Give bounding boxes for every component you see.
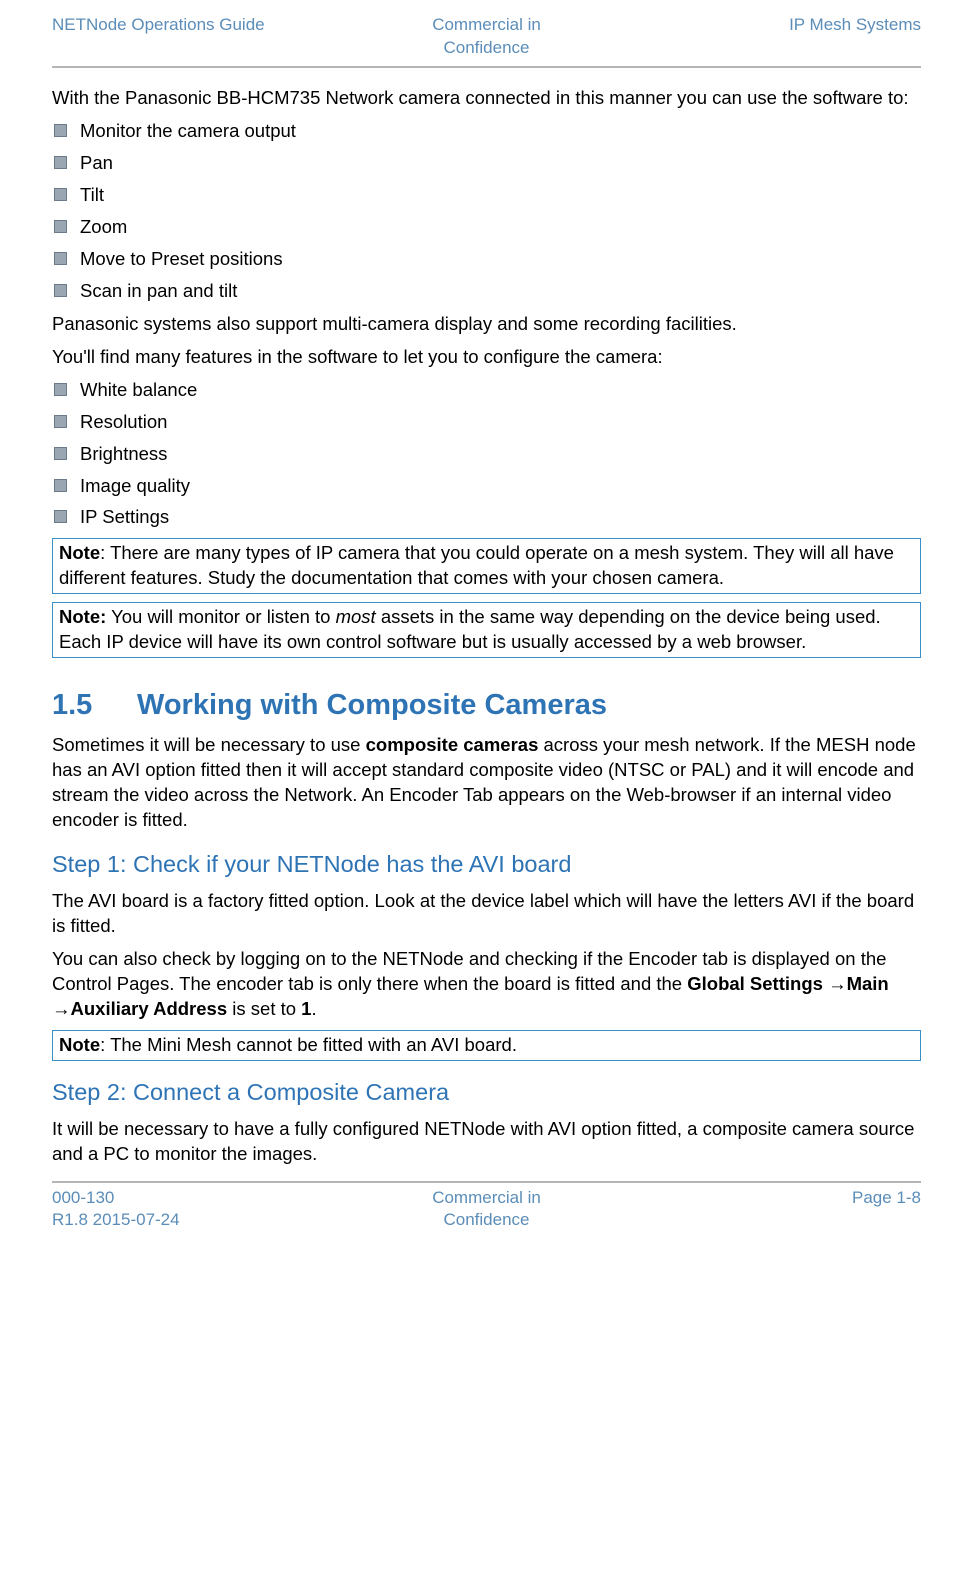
feature-list-1: Monitor the camera output Pan Tilt Zoom … (52, 119, 921, 304)
section-heading: 1.5Working with Composite Cameras (52, 686, 921, 725)
step-2-heading: Step 2: Connect a Composite Camera (52, 1077, 921, 1109)
step-2-p1: It will be necessary to have a fully con… (52, 1117, 921, 1167)
step-1-heading: Step 1: Check if your NETNode has the AV… (52, 849, 921, 881)
list-item: Resolution (52, 410, 921, 435)
header-left: NETNode Operations Guide (52, 14, 342, 37)
arrow-icon: → (52, 998, 71, 1019)
intro-paragraph: With the Panasonic BB-HCM735 Network cam… (52, 86, 921, 111)
list-item: Pan (52, 151, 921, 176)
list-item: White balance (52, 378, 921, 403)
list-item: Image quality (52, 474, 921, 499)
section-number: 1.5 (52, 686, 137, 725)
list-item: Brightness (52, 442, 921, 467)
step-1-p2: You can also check by logging on to the … (52, 947, 921, 1022)
section-title: Working with Composite Cameras (137, 689, 607, 721)
header-right: IP Mesh Systems (631, 14, 921, 37)
note-box-3: Note: The Mini Mesh cannot be fitted wit… (52, 1030, 921, 1061)
feature-list-2: White balance Resolution Brightness Imag… (52, 378, 921, 531)
list-item: Move to Preset positions (52, 247, 921, 272)
list-item: Tilt (52, 183, 921, 208)
note-label: Note: (59, 606, 106, 627)
section-intro: Sometimes it will be necessary to use co… (52, 733, 921, 833)
list-item: Zoom (52, 215, 921, 240)
note-box-1: Note: There are many types of IP camera … (52, 538, 921, 594)
step-1-p1: The AVI board is a factory fitted option… (52, 889, 921, 939)
footer-right: Page 1-8 (631, 1187, 921, 1210)
page-header: NETNode Operations Guide Commercial in C… (52, 14, 921, 68)
arrow-icon: → (828, 973, 847, 994)
list-item: Scan in pan and tilt (52, 279, 921, 304)
note-text: : The Mini Mesh cannot be fitted with an… (100, 1034, 517, 1055)
list-item: IP Settings (52, 505, 921, 530)
emphasis: most (336, 606, 376, 627)
multi-camera-paragraph: Panasonic systems also support multi-cam… (52, 312, 921, 337)
footer-left: 000-130 R1.8 2015-07-24 (52, 1187, 342, 1233)
note-label: Note (59, 542, 100, 563)
features-paragraph: You'll find many features in the softwar… (52, 345, 921, 370)
page-footer: 000-130 R1.8 2015-07-24 Commercial in Co… (52, 1181, 921, 1233)
note-text: : There are many types of IP camera that… (59, 542, 894, 588)
note-label: Note (59, 1034, 100, 1055)
list-item: Monitor the camera output (52, 119, 921, 144)
header-center: Commercial in Confidence (342, 14, 632, 60)
footer-center: Commercial in Confidence (342, 1187, 632, 1233)
note-box-2: Note: You will monitor or listen to most… (52, 602, 921, 658)
